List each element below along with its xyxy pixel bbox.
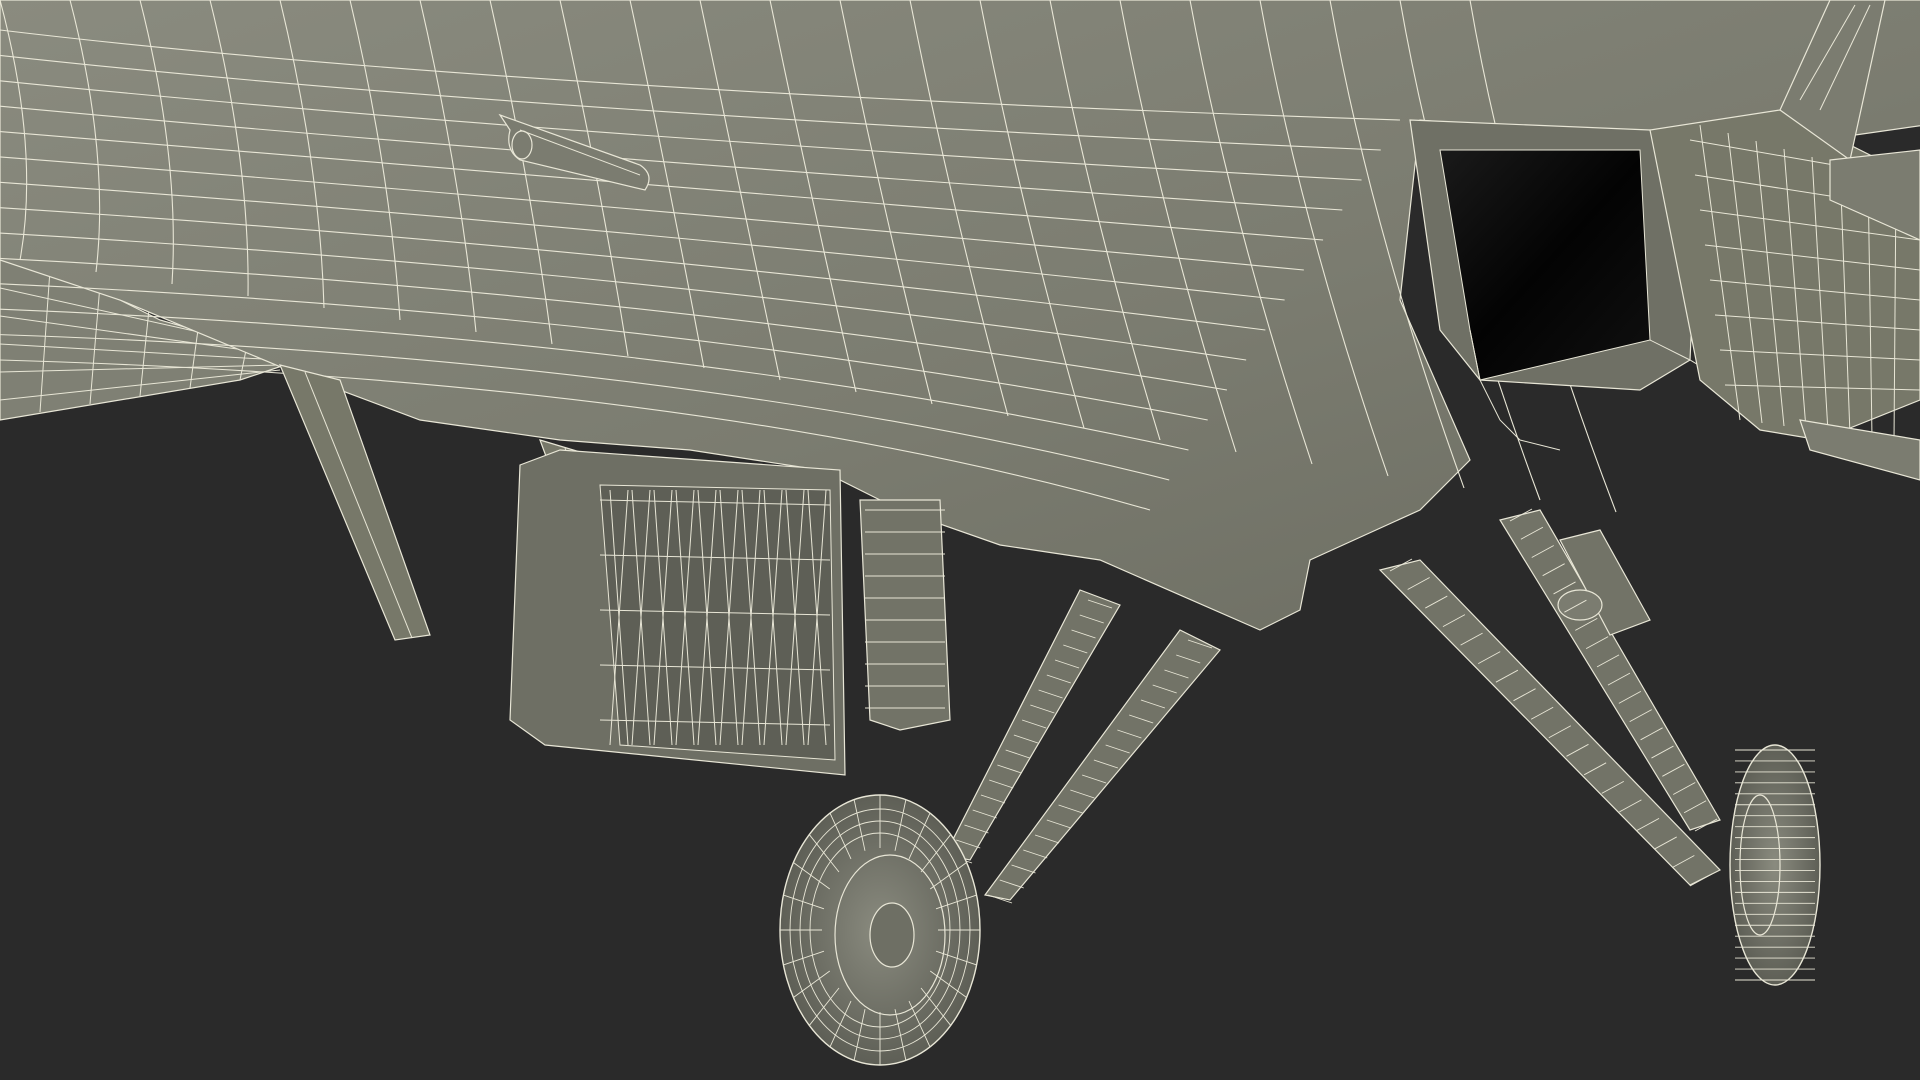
landing-gear-right — [1378, 508, 1722, 887]
wheel-left — [779, 794, 981, 1066]
render-viewport — [0, 0, 1920, 1080]
aircraft-wireframe-render — [0, 0, 1920, 1066]
gear-bay-door — [509, 449, 846, 776]
wheel-right — [1729, 744, 1821, 986]
